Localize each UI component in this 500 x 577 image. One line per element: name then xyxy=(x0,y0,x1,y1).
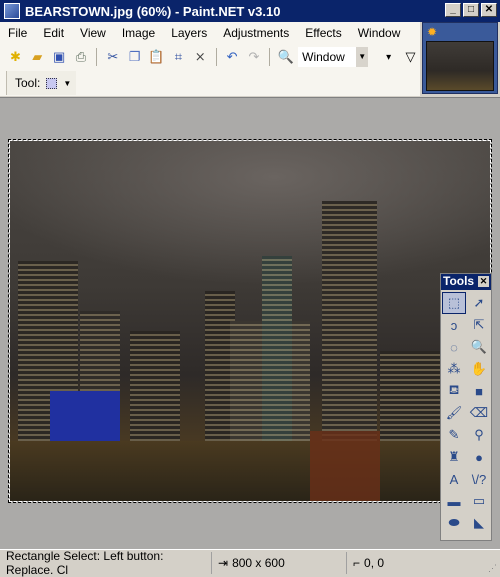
image-thumbnail[interactable]: ✹ xyxy=(422,22,498,94)
tools-close-button[interactable]: ✕ xyxy=(478,276,489,287)
tools-window: Tools ✕ ⬚ ➚ ↄ ⇱ ◌ 🔍 ⁂ ✋ ⛾ ■ 🖌 ⌫ ✎ ⚲ ♜ ● A \/? ▬ ▭ ⬬ ◣ xyxy=(440,273,492,541)
eraser-icon[interactable]: ⌫ xyxy=(467,402,491,424)
ellipse-icon[interactable]: ⬬ xyxy=(442,512,466,534)
save-icon[interactable]: ▣ xyxy=(50,47,69,67)
rectangle-icon[interactable]: ▬ xyxy=(442,490,466,512)
crop-icon[interactable]: ⌗ xyxy=(169,47,188,67)
move-selection-icon[interactable]: ⇱ xyxy=(467,314,491,336)
zoom-icon[interactable]: 🔍 xyxy=(276,47,295,67)
status-hint: Rectangle Select: Left button: Replace. … xyxy=(0,549,212,577)
zoom-dropdown[interactable]: Window ▼ xyxy=(298,47,369,67)
rounded-rectangle-icon[interactable]: ▭ xyxy=(467,490,491,512)
move-selected-icon[interactable]: ➚ xyxy=(467,292,491,314)
image-size: 800 x 600 xyxy=(232,556,285,570)
pencil-icon[interactable]: ✎ xyxy=(442,424,466,446)
recolor-icon[interactable]: ● xyxy=(467,446,491,468)
undo-icon[interactable]: ↶ xyxy=(223,47,242,67)
minimize-button[interactable]: _ xyxy=(445,3,461,17)
redo-icon[interactable]: ↷ xyxy=(244,47,263,67)
ellipse-select-icon[interactable]: ◌ xyxy=(442,336,466,358)
menu-layers[interactable]: Layers xyxy=(163,26,215,40)
text-icon[interactable]: A xyxy=(442,468,466,490)
clone-stamp-icon[interactable]: ♜ xyxy=(442,446,466,468)
tool-label: Tool: xyxy=(15,76,41,90)
separator xyxy=(96,48,98,66)
cut-icon[interactable]: ✂ xyxy=(103,47,122,67)
thumbnail-image xyxy=(426,41,494,91)
menu-edit[interactable]: Edit xyxy=(35,26,72,40)
print-icon[interactable]: ⎙ xyxy=(72,47,91,67)
chevron-down-icon[interactable]: ▼ xyxy=(63,79,71,88)
chevron-down-icon[interactable]: ▼ xyxy=(356,47,369,67)
title-bar: BEARSTOWN.jpg (60%) - Paint.NET v3.10 _ … xyxy=(0,0,500,22)
image-size-panel: ⇥ 800 x 600 xyxy=(212,552,347,574)
menu-effects[interactable]: Effects xyxy=(297,26,349,40)
pan-icon[interactable]: ✋ xyxy=(467,358,491,380)
separator xyxy=(215,48,217,66)
cursor-panel: ⌐ 0, 0 xyxy=(347,552,390,574)
menu-window[interactable]: Window xyxy=(350,26,409,40)
cursor-position: 0, 0 xyxy=(364,556,385,570)
window-title: BEARSTOWN.jpg (60%) - Paint.NET v3.10 xyxy=(25,3,281,19)
lasso-select-icon[interactable]: ↄ xyxy=(442,314,466,336)
freeform-shape-icon[interactable]: ◣ xyxy=(467,512,491,534)
tools-title: Tools xyxy=(443,274,475,288)
menu-bar: File Edit View Image Layers Adjustments … xyxy=(0,22,420,44)
rectangle-select-icon[interactable]: ⬚ xyxy=(442,292,466,314)
toolbar-overflow-icon[interactable]: ▾ xyxy=(379,47,398,67)
maximize-button[interactable]: □ xyxy=(463,3,479,17)
paste-icon[interactable]: 📋 xyxy=(147,47,166,67)
separator xyxy=(269,48,271,66)
paint-bucket-icon[interactable]: ⛾ xyxy=(442,380,466,402)
status-bar: Rectangle Select: Left button: Replace. … xyxy=(0,549,500,577)
resize-grip-icon[interactable]: ⋰ xyxy=(488,563,497,574)
modified-star-icon: ✹ xyxy=(427,25,438,39)
copy-icon[interactable]: ❐ xyxy=(125,47,144,67)
color-picker-icon[interactable]: ⚲ xyxy=(467,424,491,446)
deselect-icon[interactable]: ⨯ xyxy=(191,47,210,67)
image-size-icon: ⇥ xyxy=(218,556,229,570)
menu-adjustments[interactable]: Adjustments xyxy=(215,26,297,40)
selection-marquee xyxy=(8,139,492,503)
units-icon[interactable]: ▽ xyxy=(401,47,420,67)
menu-view[interactable]: View xyxy=(72,26,114,40)
app-icon xyxy=(4,3,20,19)
zoom-icon[interactable]: 🔍 xyxy=(467,336,491,358)
new-icon[interactable]: ✱ xyxy=(6,47,25,67)
gradient-icon[interactable]: ■ xyxy=(467,380,491,402)
open-icon[interactable]: ▰ xyxy=(28,47,47,67)
menu-image[interactable]: Image xyxy=(114,26,163,40)
paintbrush-icon[interactable]: 🖌 xyxy=(442,402,466,424)
cursor-position-icon: ⌐ xyxy=(353,556,361,570)
menu-file[interactable]: File xyxy=(0,26,35,40)
tools-window-header[interactable]: Tools ✕ xyxy=(441,274,491,290)
magic-wand-icon[interactable]: ⁂ xyxy=(442,358,466,380)
close-button[interactable]: ✕ xyxy=(481,3,497,17)
line-curve-icon[interactable]: \/? xyxy=(467,468,491,490)
rectangle-select-icon[interactable] xyxy=(46,77,58,89)
tool-toolbar: Tool: ▼ xyxy=(0,70,420,96)
zoom-value: Window xyxy=(302,50,345,64)
main-toolbar: ✱ ▰ ▣ ⎙ ✂ ❐ 📋 ⌗ ⨯ ↶ ↷ 🔍 Window ▼ ▾ ▽ xyxy=(0,44,420,70)
